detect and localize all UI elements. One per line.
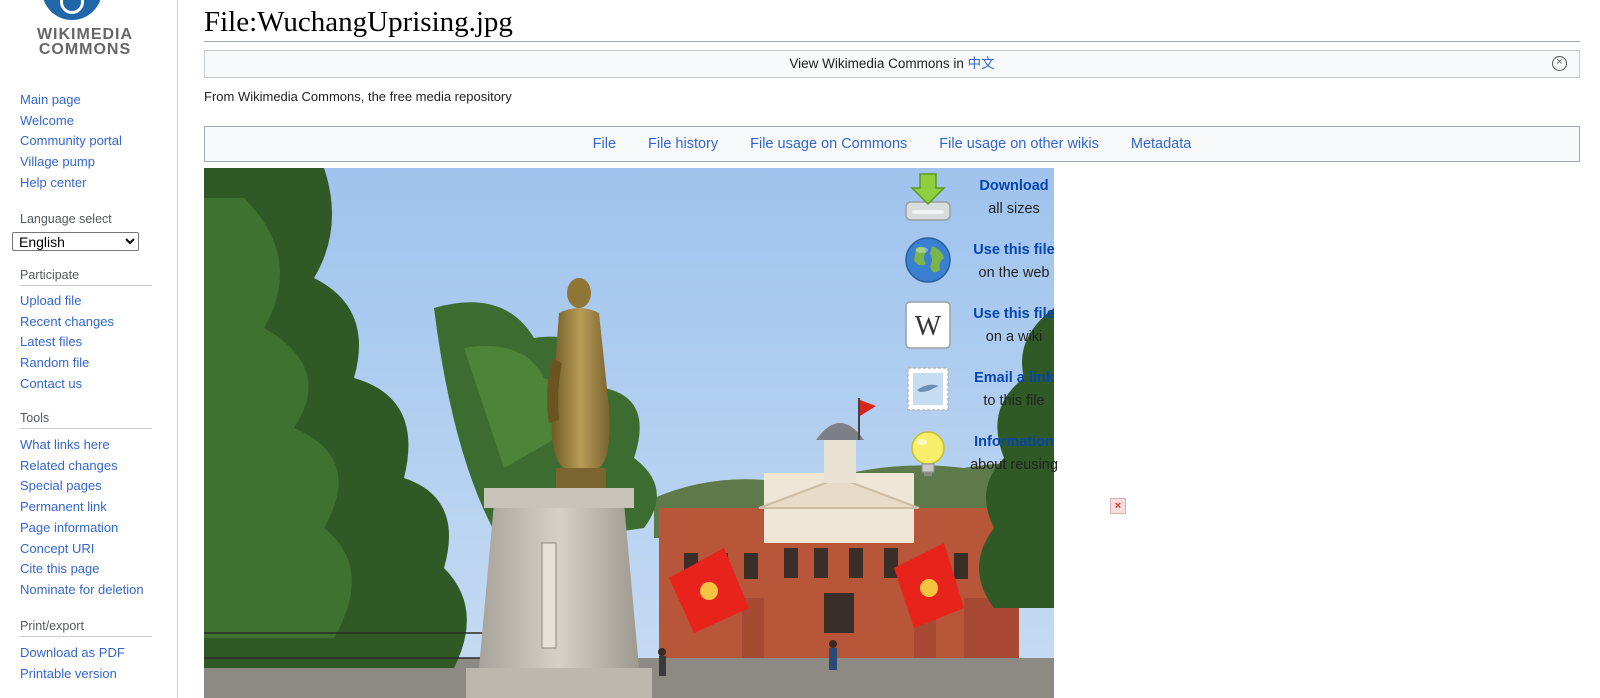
sidebar-item-help-center[interactable]: Help center [20, 173, 122, 194]
commons-emblem-icon [42, 0, 102, 20]
sidebar-item-nominate-for-deletion[interactable]: Nominate for deletion [20, 580, 144, 601]
reuse-download-link[interactable]: Download [954, 176, 1074, 196]
sidebar-item-printable-version[interactable]: Printable version [20, 664, 125, 685]
reuse-email-sub: to this file [983, 393, 1045, 409]
page-title: File:WuchangUprising.jpg [204, 2, 1580, 42]
sidebar: WIKIMEDIA COMMONS Main page Welcome Comm… [0, 0, 178, 698]
logo-line1: WIKIMEDIA [36, 26, 134, 43]
language-select-heading: Language select [20, 212, 112, 226]
close-circle-icon[interactable]: × [1552, 56, 1567, 71]
sidebar-item-concept-uri[interactable]: Concept URI [20, 539, 144, 560]
reuse-web[interactable]: Use this file on the web [904, 236, 1094, 300]
reuse-wiki[interactable]: W Use this file on a wiki [904, 300, 1094, 364]
logo-line2: COMMONS [38, 41, 132, 58]
sidebar-item-permanent-link[interactable]: Permanent link [20, 497, 144, 518]
reuse-email-link[interactable]: Email a link [954, 368, 1074, 388]
lightbulb-icon [911, 431, 945, 476]
sidebar-item-upload-file[interactable]: Upload file [20, 291, 114, 312]
download-icon [905, 173, 951, 221]
sidebar-item-cite-this-page[interactable]: Cite this page [20, 559, 144, 580]
tab-file-history[interactable]: File history [632, 136, 734, 152]
svg-text:W: W [915, 311, 942, 342]
wikipedia-icon: W [905, 301, 951, 349]
language-notice-link[interactable]: 中文 [968, 56, 995, 71]
reuse-web-sub: on the web [978, 265, 1050, 281]
globe-icon [905, 237, 951, 283]
sidebar-item-welcome[interactable]: Welcome [20, 111, 122, 132]
wikimedia-commons-logo[interactable]: WIKIMEDIA COMMONS [0, 0, 178, 70]
email-stamp-icon [907, 367, 949, 411]
language-notice-banner: View Wikimedia Commons in 中文 × [204, 50, 1580, 78]
reuse-wiki-link[interactable]: Use this file [954, 304, 1074, 324]
tools-heading: Tools [20, 411, 152, 429]
participate-links: Upload file Recent changes Latest files … [20, 291, 114, 395]
reuse-information-sub: about reusing [970, 457, 1058, 473]
print-export-links: Download as PDF Printable version [20, 643, 125, 684]
reuse-information[interactable]: Information about reusing [904, 428, 1094, 492]
sidebar-item-page-information[interactable]: Page information [20, 518, 144, 539]
broken-image-icon: × [1110, 498, 1126, 514]
sidebar-item-main-page[interactable]: Main page [20, 90, 122, 111]
sidebar-item-related-changes[interactable]: Related changes [20, 456, 144, 477]
language-notice-text: View Wikimedia Commons in [789, 56, 968, 71]
sidebar-item-contact-us[interactable]: Contact us [20, 374, 114, 395]
reuse-download[interactable]: Download all sizes [904, 172, 1094, 236]
tools-links: What links here Related changes Special … [20, 435, 144, 601]
reuse-download-sub: all sizes [988, 201, 1040, 217]
reuse-panel: Download all sizes Use this file on the … [904, 172, 1094, 492]
sidebar-nav: Main page Welcome Community portal Villa… [20, 90, 122, 194]
sidebar-item-download-pdf[interactable]: Download as PDF [20, 643, 125, 664]
tab-metadata[interactable]: Metadata [1115, 136, 1207, 152]
language-select[interactable]: English [12, 232, 139, 251]
reuse-email[interactable]: Email a link to this file [904, 364, 1094, 428]
file-section-tabs: File File history File usage on Commons … [204, 126, 1580, 162]
reuse-information-link[interactable]: Information [954, 432, 1074, 452]
participate-heading: Participate [20, 268, 152, 286]
reuse-wiki-sub: on a wiki [985, 329, 1043, 345]
site-subtitle: From Wikimedia Commons, the free media r… [204, 89, 512, 104]
sidebar-item-what-links-here[interactable]: What links here [20, 435, 144, 456]
tab-file-usage-commons[interactable]: File usage on Commons [734, 136, 923, 152]
sidebar-item-special-pages[interactable]: Special pages [20, 476, 144, 497]
tab-file-usage-other-wikis[interactable]: File usage on other wikis [923, 136, 1115, 152]
sidebar-item-recent-changes[interactable]: Recent changes [20, 312, 114, 333]
print-export-heading: Print/export [20, 619, 152, 637]
reuse-web-link[interactable]: Use this file [954, 240, 1074, 260]
sidebar-item-village-pump[interactable]: Village pump [20, 152, 122, 173]
tab-file[interactable]: File [577, 136, 632, 152]
sidebar-item-random-file[interactable]: Random file [20, 353, 114, 374]
sidebar-item-community-portal[interactable]: Community portal [20, 131, 122, 152]
sidebar-item-latest-files[interactable]: Latest files [20, 332, 114, 353]
